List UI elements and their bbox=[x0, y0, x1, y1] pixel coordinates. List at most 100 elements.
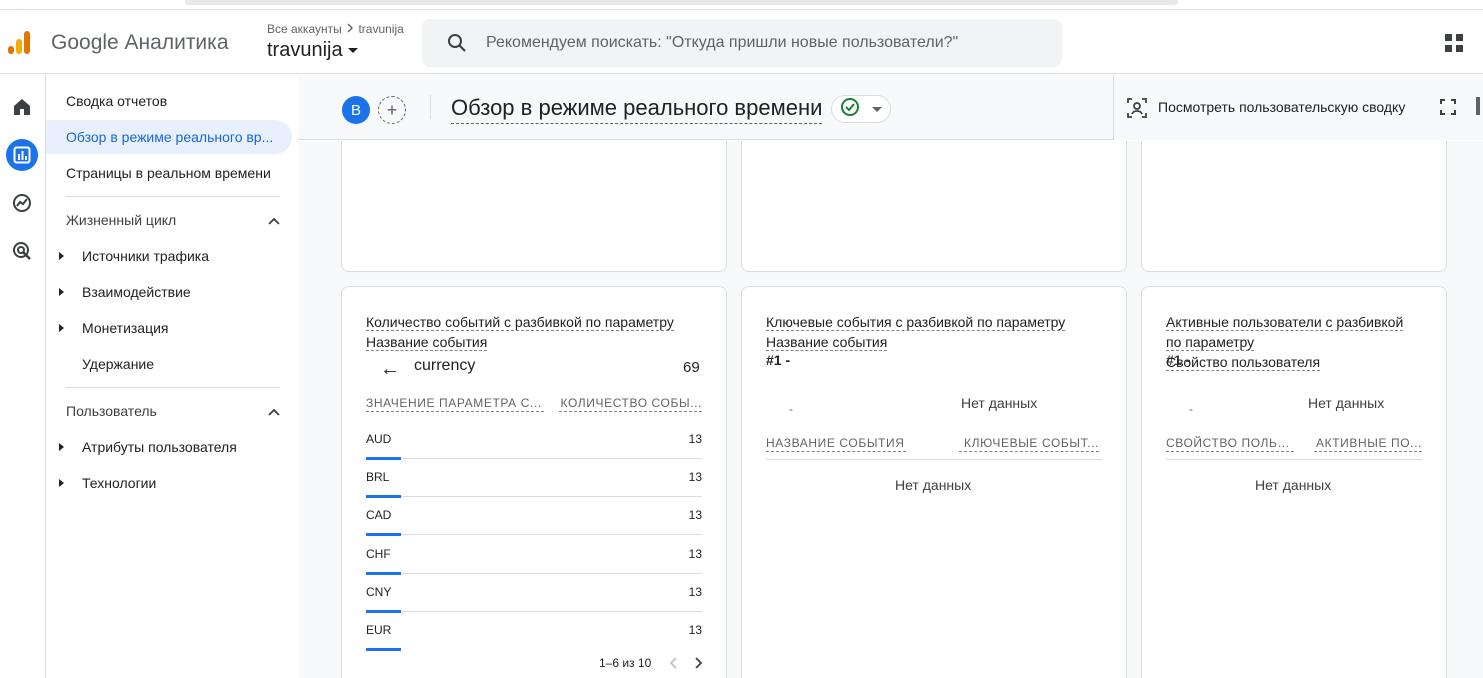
search-icon bbox=[446, 32, 468, 59]
expand-arrow-icon bbox=[59, 324, 64, 332]
nav-item-tech[interactable]: Технологии bbox=[46, 466, 292, 500]
column-header-event-count[interactable]: КОЛИЧЕСТВО СОБЫ... bbox=[559, 396, 702, 412]
table-row[interactable]: CAD 13 bbox=[366, 497, 702, 536]
row-key: AUD bbox=[366, 432, 392, 446]
card-key-events: Ключевые события с разбивкой по параметр… bbox=[741, 286, 1127, 678]
column-header-param-value[interactable]: ЗНАЧЕНИЕ ПАРАМЕТРА С... bbox=[366, 396, 544, 412]
table-no-data: Нет данных bbox=[895, 477, 972, 493]
card-title-dimension[interactable]: Название события bbox=[366, 334, 488, 351]
card-title-line: по параметру bbox=[1166, 334, 1255, 351]
chevron-up-icon[interactable] bbox=[268, 403, 280, 419]
nav-item-realtime-pages[interactable]: Страницы в реальном времени bbox=[46, 156, 292, 190]
expand-arrow-icon bbox=[59, 252, 64, 260]
nav-item-realtime-overview[interactable]: Обзор в режиме реального вр... bbox=[46, 120, 292, 154]
table-row[interactable]: CHF 13 bbox=[366, 536, 702, 575]
search-placeholder: Рекомендуем поискать: "Откуда пришли нов… bbox=[486, 34, 959, 51]
nav-item-engagement[interactable]: Взаимодействие bbox=[46, 275, 292, 309]
brand-name[interactable]: Google Аналитика bbox=[51, 31, 229, 55]
column-header-user-property[interactable]: СВОЙСТВО ПОЛЬЗ... bbox=[1166, 436, 1294, 452]
check-circle-icon bbox=[840, 97, 860, 122]
home-icon[interactable] bbox=[6, 91, 38, 123]
header-right-tools: Посмотреть пользовательскую сводку bbox=[1113, 75, 1483, 140]
advertising-icon[interactable] bbox=[6, 235, 38, 267]
explore-icon[interactable] bbox=[6, 187, 38, 219]
realtime-content: Количество событий с разбивкой по параме… bbox=[298, 141, 1483, 678]
card-events-by-name: Количество событий с разбивкой по параме… bbox=[341, 286, 727, 678]
analytics-logo-icon[interactable] bbox=[5, 28, 33, 56]
dash-value: - bbox=[1189, 402, 1193, 416]
reports-nav: Сводка отчетов Обзор в режиме реального … bbox=[46, 75, 298, 678]
row-key: CHF bbox=[366, 547, 391, 561]
nav-item-label: Удержание bbox=[82, 356, 155, 372]
no-data-label: Нет данных bbox=[961, 395, 1038, 411]
column-header-active-users[interactable]: АКТИВНЫЕ ПО... bbox=[1314, 436, 1422, 452]
nav-divider bbox=[66, 196, 280, 197]
nav-item-label: Взаимодействие bbox=[82, 284, 191, 300]
row-value: 13 bbox=[688, 585, 702, 599]
caret-down-icon bbox=[347, 48, 358, 54]
fullscreen-icon[interactable] bbox=[1440, 99, 1456, 120]
header-divider bbox=[430, 95, 431, 119]
table-row[interactable]: BRL 13 bbox=[366, 459, 702, 498]
nav-section-lifecycle[interactable]: Жизненный цикл bbox=[66, 205, 280, 235]
table-row[interactable]: EUR 13 bbox=[366, 612, 702, 651]
pagination-label: 1–6 из 10 bbox=[599, 656, 652, 670]
user-snapshot-icon[interactable] bbox=[1126, 97, 1148, 124]
property-selector[interactable]: travunija bbox=[267, 39, 358, 62]
nav-divider bbox=[66, 387, 280, 388]
nav-item-retention[interactable]: Удержание bbox=[46, 347, 292, 381]
chevron-left-icon[interactable] bbox=[669, 656, 679, 675]
table-divider bbox=[1166, 459, 1422, 460]
nav-item-label: Технологии bbox=[82, 475, 157, 491]
nav-item-monetization[interactable]: Монетизация bbox=[46, 311, 292, 345]
event-total: 69 bbox=[683, 359, 700, 376]
card-title-dimension[interactable]: Название события bbox=[766, 334, 888, 351]
expand-arrow-icon bbox=[59, 443, 64, 451]
breadcrumb-all-accounts[interactable]: Все аккаунты bbox=[267, 22, 342, 36]
nav-item-label: Источники трафика bbox=[82, 248, 210, 264]
page-title[interactable]: Обзор в режиме реального времени bbox=[451, 95, 823, 124]
table-row[interactable]: AUD 13 bbox=[366, 421, 702, 460]
nav-item-user-attributes[interactable]: Атрибуты пользователя bbox=[46, 430, 292, 464]
card-top-3 bbox=[1141, 141, 1447, 272]
expand-arrow-icon bbox=[59, 479, 64, 487]
card-title-line: Количество событий с разбивкой по параме… bbox=[366, 314, 674, 331]
row-value: 13 bbox=[688, 432, 702, 446]
back-arrow-icon[interactable]: ← bbox=[380, 358, 400, 381]
comparison-avatar[interactable]: B bbox=[342, 96, 370, 124]
rank-label: #1 - bbox=[766, 352, 791, 368]
top-app-bar: Google Аналитика Все аккаунты travunija … bbox=[0, 11, 1483, 74]
view-user-snapshot-link[interactable]: Посмотреть пользовательскую сводку bbox=[1158, 99, 1405, 115]
nav-item-label: Атрибуты пользователя bbox=[82, 439, 237, 455]
nav-item-reports-snapshot[interactable]: Сводка отчетов bbox=[46, 84, 292, 118]
report-status-dropdown[interactable] bbox=[831, 95, 891, 123]
table-no-data: Нет данных bbox=[1255, 477, 1332, 493]
nav-item-label: Монетизация bbox=[82, 320, 169, 336]
no-data-label: Нет данных bbox=[1308, 395, 1385, 411]
chevron-up-icon[interactable] bbox=[268, 212, 280, 228]
apps-grid-icon[interactable] bbox=[1444, 33, 1464, 53]
nav-item-traffic-sources[interactable]: Источники трафика bbox=[46, 239, 292, 273]
column-header-event-name[interactable]: НАЗВАНИЕ СОБЫТИЯ bbox=[766, 436, 906, 452]
caret-down-icon bbox=[872, 106, 882, 112]
expand-arrow-icon bbox=[59, 288, 64, 296]
nav-section-title: Жизненный цикл bbox=[66, 212, 177, 228]
panel-edge-handle[interactable] bbox=[1476, 97, 1480, 115]
breadcrumb-account[interactable]: travunija bbox=[358, 22, 403, 36]
table-row[interactable]: CNY 13 bbox=[366, 574, 702, 613]
reports-icon[interactable] bbox=[6, 139, 38, 171]
report-header: B + Обзор в режиме реального времени Пос… bbox=[298, 75, 1483, 140]
nav-section-user[interactable]: Пользователь bbox=[66, 396, 280, 426]
browser-scrollbar[interactable] bbox=[185, 0, 1178, 5]
browser-top-strip bbox=[0, 0, 1483, 10]
card-title: Активные пользователи с разбивкой по пар… bbox=[1166, 312, 1436, 372]
search-bar[interactable]: Рекомендуем поискать: "Откуда пришли нов… bbox=[422, 19, 1062, 67]
card-title: Количество событий с разбивкой по параме… bbox=[366, 312, 706, 352]
column-header-key-events[interactable]: КЛЮЧЕВЫЕ СОБЫТ... bbox=[959, 436, 1099, 452]
card-active-users: Активные пользователи с разбивкой по пар… bbox=[1141, 286, 1447, 678]
nav-section-title: Пользователь bbox=[66, 403, 157, 419]
account-breadcrumb[interactable]: Все аккаунты travunija bbox=[267, 22, 404, 36]
add-comparison-button[interactable]: + bbox=[378, 96, 406, 124]
icon-rail bbox=[0, 75, 46, 678]
chevron-right-icon[interactable] bbox=[693, 656, 703, 675]
